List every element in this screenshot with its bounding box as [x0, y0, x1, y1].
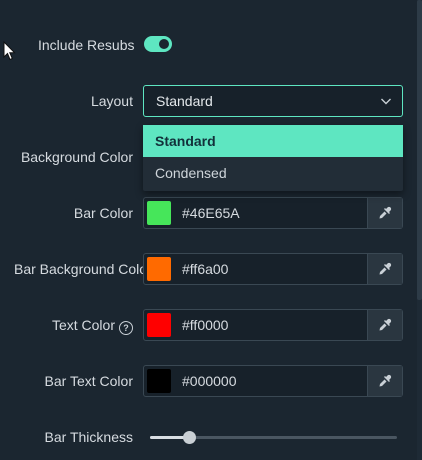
layout-row: Layout Standard [0, 85, 415, 117]
bar-thickness-row: Bar Thickness [0, 421, 415, 453]
text-color-label-text: Text Color [51, 317, 115, 333]
scrollbar[interactable] [417, 0, 422, 460]
text-color-picker-button[interactable] [367, 310, 402, 340]
bar-color-swatch[interactable] [147, 201, 171, 225]
eyedropper-icon [379, 374, 392, 387]
layout-option-condensed[interactable]: Condensed [143, 157, 403, 189]
bar-background-color-swatch[interactable] [147, 257, 171, 281]
scrollbar-thumb[interactable] [417, 0, 422, 300]
layout-label: Layout [90, 93, 133, 109]
help-icon[interactable]: ? [119, 321, 133, 335]
bar-text-color-hex[interactable]: #000000 [182, 366, 237, 396]
bar-background-color-field[interactable]: #ff6a00 [143, 253, 403, 285]
text-color-swatch[interactable] [147, 313, 171, 337]
background-color-label: Background Color [20, 149, 133, 165]
bar-text-color-label: Bar Text Color [44, 373, 133, 389]
bar-text-color-picker-button[interactable] [367, 366, 402, 396]
include-resubs-label: Include Resubs [38, 37, 135, 53]
bar-color-field[interactable]: #46E65A [143, 197, 403, 229]
text-color-label: Text Color? [52, 309, 133, 341]
bar-background-color-hex[interactable]: #ff6a00 [182, 254, 228, 284]
widget-settings-panel: Include Resubs Layout Standard Backgroun… [0, 0, 422, 460]
bar-background-color-picker-button[interactable] [367, 254, 402, 284]
text-color-row: Text Color? #ff0000 [0, 309, 415, 341]
include-resubs-toggle[interactable] [144, 36, 172, 52]
bar-thickness-label: Bar Thickness [44, 429, 133, 445]
bar-background-color-row: Bar Background Colo #ff6a00 [0, 253, 415, 285]
text-color-field[interactable]: #ff0000 [143, 309, 403, 341]
layout-dropdown-menu: Standard Condensed [143, 125, 403, 191]
eyedropper-icon [379, 206, 392, 219]
eyedropper-icon [379, 262, 392, 275]
layout-select-value: Standard [156, 93, 213, 109]
layout-select[interactable]: Standard [143, 85, 403, 117]
bar-background-color-label: Bar Background Colo [14, 261, 144, 277]
text-color-hex[interactable]: #ff0000 [182, 310, 228, 340]
bar-text-color-swatch[interactable] [147, 369, 171, 393]
bar-thickness-slider-thumb[interactable] [183, 431, 197, 444]
bar-text-color-row: Bar Text Color #000000 [0, 365, 415, 397]
chevron-down-icon [381, 98, 391, 105]
bar-color-label: Bar Color [73, 205, 133, 221]
toggle-knob [159, 39, 169, 49]
eyedropper-icon [379, 318, 392, 331]
bar-text-color-field[interactable]: #000000 [143, 365, 403, 397]
bar-color-picker-button[interactable] [367, 198, 402, 228]
bar-color-row: Bar Color #46E65A [0, 197, 415, 229]
include-resubs-row: Include Resubs [0, 29, 415, 61]
layout-option-standard[interactable]: Standard [143, 125, 403, 157]
bar-color-hex[interactable]: #46E65A [182, 198, 240, 228]
